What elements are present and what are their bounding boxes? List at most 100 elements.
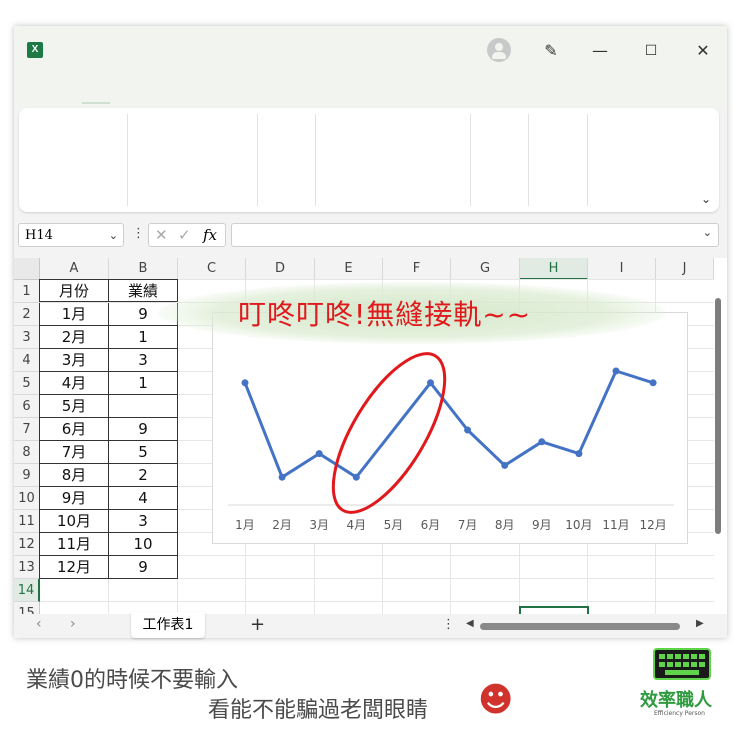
table-cell[interactable]: 8月 <box>39 464 109 487</box>
row-header-8[interactable]: 8 <box>14 441 40 464</box>
x-tick-label: 5月 <box>384 518 404 532</box>
insert-function-icon[interactable]: fx <box>203 226 217 244</box>
table-cell[interactable]: 9 <box>109 418 178 441</box>
table-cell[interactable]: 7月 <box>39 441 109 464</box>
data-point[interactable] <box>278 473 286 481</box>
table-cell[interactable]: 10 <box>109 533 178 556</box>
series-line[interactable] <box>243 369 654 479</box>
caption-line1: 業績0的時候不要輸入 <box>26 668 238 693</box>
data-point[interactable] <box>352 473 360 481</box>
column-header-i[interactable]: I <box>588 258 656 280</box>
column-header-j[interactable]: J <box>656 258 714 280</box>
table-cell[interactable]: 10月 <box>39 510 109 533</box>
row-header-12[interactable]: 12 <box>14 533 40 556</box>
data-point[interactable] <box>315 450 323 458</box>
row-header-13[interactable]: 13 <box>14 556 40 579</box>
column-header-f[interactable]: F <box>383 258 451 280</box>
horizontal-scroll-thumb[interactable] <box>480 623 680 630</box>
table-cell[interactable]: 1月 <box>39 303 109 326</box>
enter-check-icon[interactable]: ✓ <box>178 226 191 244</box>
x-tick-label: 4月 <box>346 518 366 532</box>
table-cell[interactable]: 11月 <box>39 533 109 556</box>
next-sheet-icon[interactable]: › <box>70 616 76 632</box>
table-cell[interactable]: 5月 <box>39 395 109 418</box>
row-header-7[interactable]: 7 <box>14 418 40 441</box>
selected-cell-h14[interactable] <box>519 606 589 614</box>
table-cell[interactable]: 3月 <box>39 349 109 372</box>
prev-sheet-icon[interactable]: ‹ <box>36 616 42 632</box>
row-header-3[interactable]: 3 <box>14 326 40 349</box>
row-header-6[interactable]: 6 <box>14 395 40 418</box>
data-point[interactable] <box>649 379 657 387</box>
data-point[interactable] <box>538 438 546 446</box>
scroll-left-icon[interactable]: ◀ <box>466 618 474 629</box>
keyboard-logo-icon <box>653 648 711 680</box>
ribbon-expand-chevron-icon[interactable]: ⌄ <box>701 192 711 206</box>
title-bar: X ✎ — ☐ ✕ <box>14 26 727 78</box>
column-header-h[interactable]: H <box>520 258 588 280</box>
row-header-4[interactable]: 4 <box>14 349 40 372</box>
data-point[interactable] <box>575 450 583 458</box>
table-cell[interactable]: 9月 <box>39 487 109 510</box>
table-cell[interactable] <box>109 395 178 418</box>
row-header-10[interactable]: 10 <box>14 487 40 510</box>
table-cell[interactable]: 2月 <box>39 326 109 349</box>
excel-icon: X <box>27 42 43 58</box>
column-header-d[interactable]: D <box>246 258 315 280</box>
select-all-corner[interactable] <box>14 258 40 280</box>
table-cell[interactable]: 2 <box>109 464 178 487</box>
data-point[interactable] <box>427 379 434 387</box>
cancel-icon[interactable]: ✕ <box>155 226 168 244</box>
row-header-11[interactable]: 11 <box>14 510 40 533</box>
maximize-button[interactable]: ☐ <box>638 38 664 64</box>
data-point[interactable] <box>241 379 249 387</box>
column-header-a[interactable]: A <box>40 258 109 280</box>
row-header-5[interactable]: 5 <box>14 372 40 395</box>
column-header-b[interactable]: B <box>109 258 178 280</box>
more-options-icon[interactable]: ⋮ <box>132 226 145 241</box>
table-cell[interactable]: 業績 <box>109 279 178 302</box>
data-point[interactable] <box>501 461 509 469</box>
line-chart[interactable]: 1月 2月 3月 4月 5月 6月 7月 8月 9月 10月 11月 12月 <box>212 312 688 544</box>
vertical-scrollbar[interactable] <box>714 284 722 602</box>
table-cell[interactable]: 1 <box>109 372 178 395</box>
data-point[interactable] <box>612 367 620 375</box>
tab-sheet1[interactable]: 工作表1 <box>131 612 205 638</box>
account-avatar-icon[interactable] <box>487 38 511 62</box>
ribbon-separator <box>257 114 258 206</box>
data-point[interactable] <box>464 426 472 434</box>
formula-input[interactable]: ⌄ <box>231 223 719 247</box>
sheet-options-icon[interactable]: ⋮ <box>442 617 455 632</box>
column-header-e[interactable]: E <box>315 258 383 280</box>
table-cell[interactable]: 3 <box>109 349 178 372</box>
expand-formula-chevron-icon[interactable]: ⌄ <box>703 226 712 239</box>
chevron-down-icon[interactable]: ⌄ <box>109 224 118 248</box>
table-cell[interactable]: 9 <box>109 556 178 579</box>
ribbon-tabs <box>14 78 727 108</box>
table-cell[interactable]: 6月 <box>39 418 109 441</box>
row-header-14[interactable]: 14 <box>14 579 40 602</box>
column-header-g[interactable]: G <box>451 258 520 280</box>
table-cell[interactable]: 12月 <box>39 556 109 579</box>
table-cell[interactable]: 4月 <box>39 372 109 395</box>
row-header-2[interactable]: 2 <box>14 303 40 326</box>
column-header-c[interactable]: C <box>178 258 246 280</box>
row-header-1[interactable]: 1 <box>14 280 40 303</box>
table-cell[interactable]: 1 <box>109 326 178 349</box>
table-cell[interactable]: 月份 <box>39 279 109 302</box>
row-header-15[interactable]: 15 <box>14 602 40 614</box>
add-sheet-button[interactable]: + <box>250 614 265 635</box>
minimize-button[interactable]: — <box>587 38 613 64</box>
designer-brush-icon[interactable]: ✎ <box>538 38 564 64</box>
table-cell[interactable]: 5 <box>109 441 178 464</box>
ribbon-separator <box>528 114 529 206</box>
scroll-right-icon[interactable]: ▶ <box>696 618 704 629</box>
row-header-9[interactable]: 9 <box>14 464 40 487</box>
x-tick-label: 10月 <box>565 518 592 532</box>
ribbon-separator <box>127 114 128 206</box>
close-button[interactable]: ✕ <box>690 38 716 64</box>
table-cell[interactable]: 4 <box>109 487 178 510</box>
table-cell[interactable]: 3 <box>109 510 178 533</box>
vertical-scroll-thumb[interactable] <box>715 298 721 534</box>
name-box[interactable]: H14 ⌄ <box>18 223 124 247</box>
